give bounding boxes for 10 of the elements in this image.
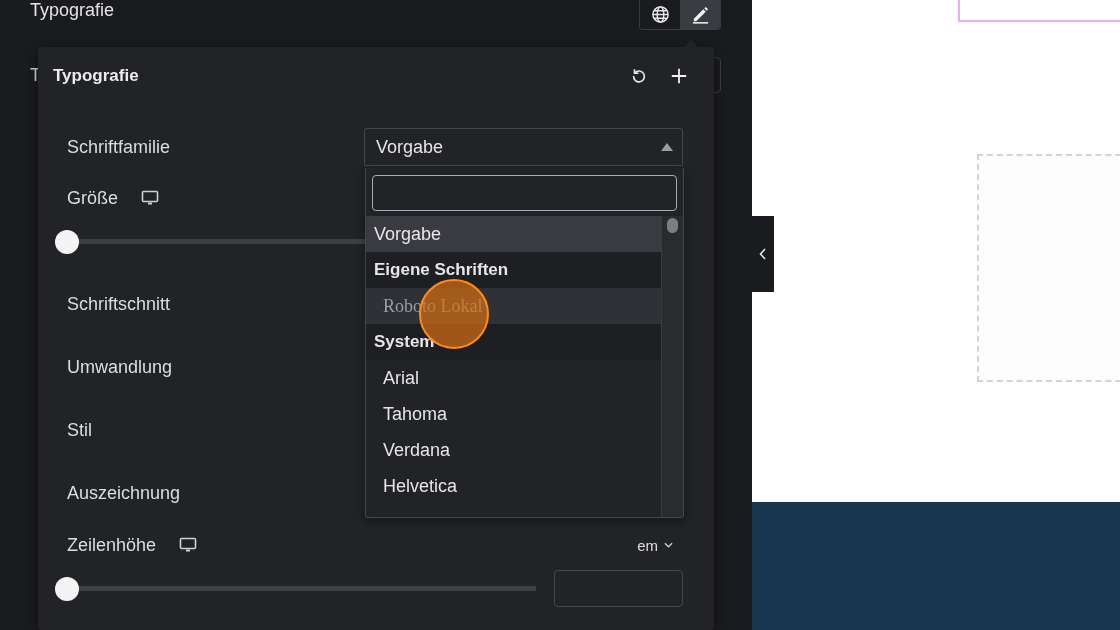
field-label: Stil	[67, 420, 92, 441]
popover-title: Typografie	[53, 66, 139, 86]
section-title: Typografie	[30, 0, 115, 20]
field-label: Schriftfamilie	[67, 136, 171, 158]
group-heading: Eigene Schriften	[366, 252, 661, 288]
field-label: Größe	[67, 187, 118, 209]
field-label: Schriftschnitt	[67, 294, 171, 315]
field-label: Umwandlung	[67, 357, 173, 378]
field-label: Auszeichnung	[67, 483, 181, 504]
field-label: Zeilenhöhe	[67, 534, 157, 556]
